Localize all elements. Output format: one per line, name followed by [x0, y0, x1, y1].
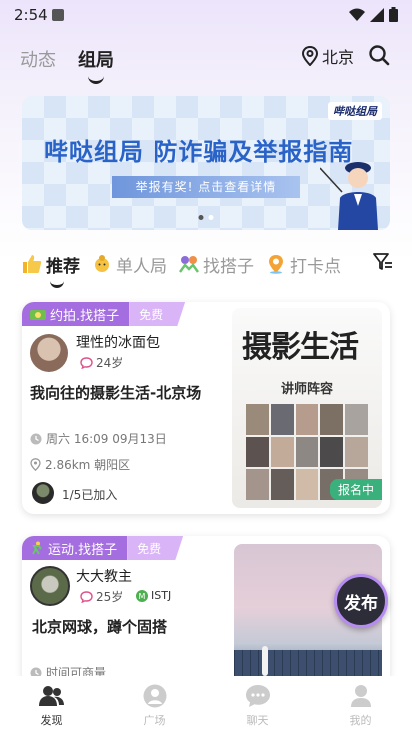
signup-status-badge: 报名中: [329, 479, 382, 500]
card-tag: 约拍.找搭子 免费: [22, 302, 186, 326]
card-tag: 运动.找搭子 免费: [22, 536, 184, 560]
plaza-icon: [143, 684, 166, 708]
card-category-label: 约拍.找搭子: [50, 308, 120, 324]
banner-report-button[interactable]: 举报有奖! 点击查看详情: [112, 176, 300, 198]
sports-tag-icon: [32, 541, 42, 555]
police-officer-illustration: [320, 162, 378, 230]
filter-tab-recommend-label: 推荐: [46, 256, 80, 277]
status-bar: 2:54: [0, 0, 412, 30]
user-age-text: 24岁: [96, 356, 124, 370]
card-title: 我向往的摄影生活-北京场: [30, 384, 202, 402]
activity-card[interactable]: 约拍.找搭子 免费 理性的冰面包 24岁 我向往的摄影生活-北京场 周六 16:…: [22, 302, 390, 514]
banner-logo: 哔哒组局: [328, 102, 382, 120]
nav-plaza[interactable]: 广场: [103, 676, 206, 732]
filter-tab-partner[interactable]: 找搭子: [179, 252, 254, 277]
nav-profile-label: 我的: [349, 714, 372, 727]
tab-group-label: 组局: [78, 50, 114, 71]
bottom-navigation: 发现 广场 聊天 我的: [0, 676, 412, 732]
chat-bubble-icon: [80, 590, 93, 603]
user-age: 24岁: [80, 354, 123, 371]
mbti-icon: M: [136, 589, 148, 602]
user-age: 25岁: [80, 588, 123, 605]
location-small-icon: [30, 458, 41, 471]
filter-tab-checkin-label: 打卡点: [290, 256, 341, 277]
svg-text:M: M: [139, 592, 146, 601]
activity-card[interactable]: 运动.找搭子 免费 大大教主 25岁 M ISTJ 北京网球，蹲个固搭 时间可商…: [22, 536, 390, 686]
mbti-badge: M ISTJ: [136, 589, 171, 602]
tab-dynamic-label: 动态: [20, 50, 56, 71]
discover-icon: [38, 686, 64, 706]
tab-group[interactable]: 组局: [78, 46, 114, 84]
filter-tab-partner-label: 找搭子: [203, 256, 254, 277]
nav-profile[interactable]: 我的: [309, 676, 412, 732]
location-label: 北京: [321, 48, 354, 67]
card-category-label: 运动.找搭子: [48, 542, 118, 558]
avatar[interactable]: [30, 334, 68, 372]
avatar[interactable]: [30, 566, 70, 606]
page-dot: [208, 215, 214, 220]
poster-subtitle: 讲师阵容: [280, 382, 333, 397]
profile-icon: [350, 685, 371, 707]
filter-tab-single[interactable]: 单人局: [92, 252, 167, 277]
poster-headline: 摄影生活: [242, 330, 359, 365]
nav-chat-label: 聊天: [246, 714, 269, 727]
tab-dynamic[interactable]: 动态: [20, 46, 56, 72]
active-tab-indicator: [88, 76, 104, 84]
thumbs-up-icon: [23, 255, 42, 273]
user-age-text: 25岁: [96, 590, 124, 604]
wifi-icon: [349, 8, 365, 21]
banner-page-indicator: [198, 215, 214, 220]
chat-bubble-icon: [80, 356, 93, 369]
free-badge: 免费: [129, 302, 186, 326]
location-marker-icon: [269, 255, 283, 274]
event-time-text: 周六 16:09 09月13日: [46, 432, 167, 446]
banner-title: 哔哒组局 防诈骗及举报指南: [44, 138, 354, 166]
card-title: 北京网球，蹲个固搭: [32, 618, 168, 636]
tennis-player-figure: [262, 646, 268, 676]
participant-avatar: [32, 482, 54, 504]
top-tabs: 动态 组局: [20, 46, 114, 84]
single-person-icon: [95, 255, 109, 272]
location-selector[interactable]: 北京: [301, 44, 354, 68]
mbti-text: ISTJ: [151, 589, 172, 602]
battery-icon: [389, 7, 398, 22]
join-count: 1/5已加入: [62, 488, 118, 502]
status-indicators: [349, 7, 398, 22]
event-time: 周六 16:09 09月13日: [30, 430, 167, 447]
cellular-signal-icon: [370, 7, 384, 22]
card-category-tag: 运动.找搭子: [22, 536, 128, 560]
clock-icon: [30, 433, 42, 444]
event-poster[interactable]: 摄影生活 讲师阵容 报名中: [232, 308, 382, 508]
notification-app-icon: [52, 9, 64, 21]
nav-plaza-label: 广场: [143, 714, 166, 727]
publish-button[interactable]: 发布: [334, 574, 388, 628]
filter-tab-single-label: 单人局: [116, 256, 167, 277]
camera-tag-icon: [30, 310, 46, 320]
partner-icon: [179, 256, 199, 273]
page-dot: [198, 215, 204, 220]
user-name: 理性的冰面包: [76, 335, 160, 351]
status-time: 2:54: [14, 6, 48, 24]
promo-banner[interactable]: 哔哒组局 哔哒组局 防诈骗及举报指南 举报有奖! 点击查看详情: [22, 96, 390, 230]
filter-tab-checkin[interactable]: 打卡点: [266, 252, 341, 277]
user-name: 大大教主: [76, 569, 132, 585]
category-filter-tabs: 推荐 单人局 找搭子 打卡点: [22, 248, 394, 288]
nav-discover[interactable]: 发现: [0, 676, 103, 732]
filter-tab-recommend[interactable]: 推荐: [22, 252, 80, 288]
active-filter-indicator: [50, 281, 64, 288]
search-icon[interactable]: [368, 44, 390, 66]
free-badge: 免费: [127, 536, 184, 560]
location-pin-icon: [301, 46, 318, 66]
event-distance-text: 2.86km 朝阳区: [45, 458, 131, 472]
filter-icon[interactable]: [372, 251, 394, 273]
chat-icon: [245, 685, 270, 707]
nav-discover-label: 发现: [40, 714, 63, 727]
event-distance: 2.86km 朝阳区: [30, 456, 130, 473]
nav-chat[interactable]: 聊天: [206, 676, 309, 732]
card-category-tag: 约拍.找搭子: [22, 302, 130, 326]
